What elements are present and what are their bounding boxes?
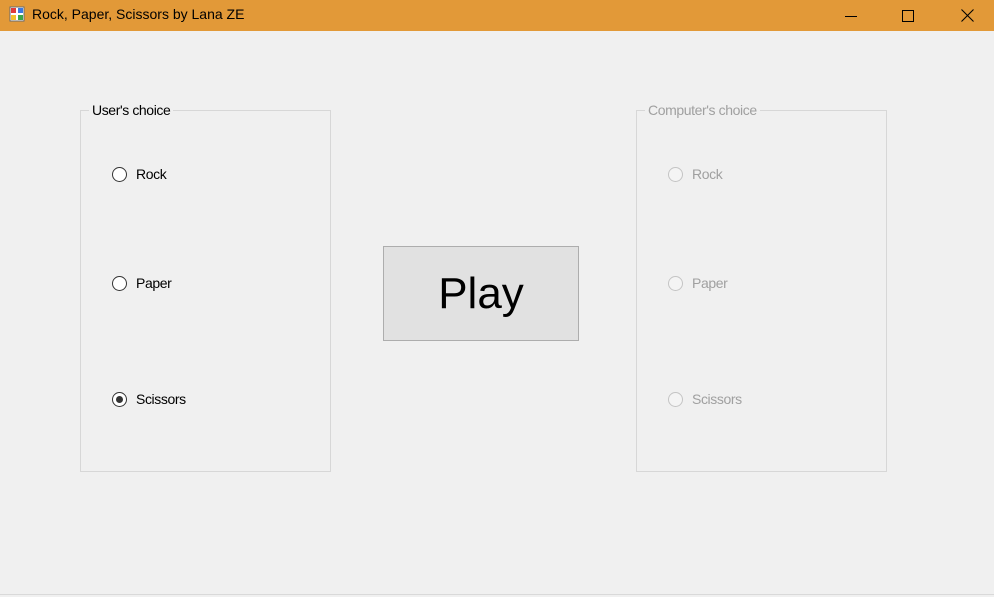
computer-paper-radio-circle xyxy=(668,275,683,291)
computer-rock-label: Rock xyxy=(692,166,723,182)
computer-choice-legend: Computer's choice xyxy=(645,102,760,118)
close-icon xyxy=(960,9,974,22)
user-paper-radio-circle[interactable] xyxy=(112,275,127,291)
user-scissors-radio-circle[interactable] xyxy=(112,391,127,407)
computer-radio-paper: Paper xyxy=(668,275,728,291)
window-title: Rock, Paper, Scissors by Lana ZE xyxy=(32,6,245,22)
minimize-button[interactable] xyxy=(828,0,874,31)
play-button[interactable]: Play xyxy=(383,246,579,341)
user-radio-scissors[interactable]: Scissors xyxy=(112,391,186,407)
computer-radio-scissors: Scissors xyxy=(668,391,742,407)
user-choice-group: User's choice Rock Paper Scissors xyxy=(80,102,331,472)
computer-radio-rock: Rock xyxy=(668,166,723,182)
computer-choice-group: Computer's choice Rock Paper Scissors xyxy=(636,102,887,472)
user-paper-label[interactable]: Paper xyxy=(136,275,172,291)
user-scissors-label[interactable]: Scissors xyxy=(136,391,186,407)
app-window: Rock, Paper, Scissors by Lana ZE User's … xyxy=(0,0,994,597)
maximize-button[interactable] xyxy=(885,0,931,31)
user-choice-legend: User's choice xyxy=(89,102,174,118)
computer-scissors-radio-circle xyxy=(668,391,683,407)
user-rock-radio-circle[interactable] xyxy=(112,166,127,182)
close-button[interactable] xyxy=(944,0,990,31)
user-radio-rock[interactable]: Rock xyxy=(112,166,167,182)
app-window-icon xyxy=(9,6,25,22)
user-radio-paper[interactable]: Paper xyxy=(112,275,172,291)
maximize-icon xyxy=(902,9,914,22)
title-bar[interactable]: Rock, Paper, Scissors by Lana ZE xyxy=(0,0,994,31)
computer-scissors-label: Scissors xyxy=(692,391,742,407)
computer-rock-radio-circle xyxy=(668,166,683,182)
minimize-icon xyxy=(845,15,857,17)
computer-paper-label: Paper xyxy=(692,275,728,291)
user-rock-label[interactable]: Rock xyxy=(136,166,167,182)
